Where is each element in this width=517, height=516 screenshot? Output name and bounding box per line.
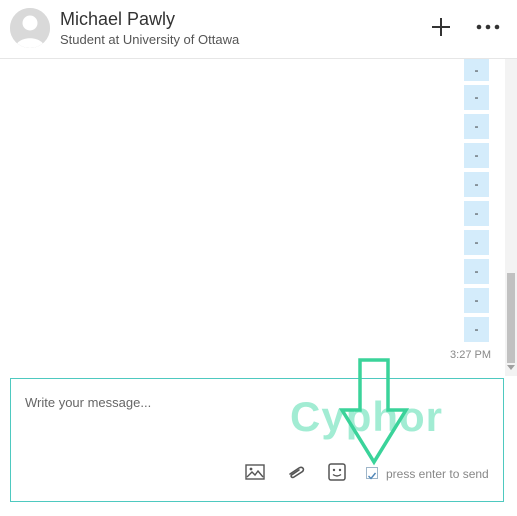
- more-horizontal-icon: [476, 24, 500, 30]
- message-bubble[interactable]: -: [464, 288, 489, 313]
- contact-name: Michael Pawly: [60, 9, 176, 29]
- add-button[interactable]: [429, 15, 453, 39]
- message-bubble-column: - - - - - - - - - -: [464, 59, 489, 346]
- message-bubble[interactable]: -: [464, 259, 489, 284]
- more-options-button[interactable]: [475, 15, 501, 39]
- user-avatar[interactable]: [10, 8, 50, 48]
- cyphor-watermark: Cyphor: [290, 393, 443, 440]
- message-bubble[interactable]: -: [464, 85, 489, 110]
- attach-image-button[interactable]: [244, 462, 266, 482]
- scroll-down-arrow-icon[interactable]: [507, 365, 515, 370]
- message-bubble[interactable]: -: [464, 172, 489, 197]
- thread-scrollbar[interactable]: [505, 59, 517, 376]
- message-timestamp: 3:27 PM: [450, 349, 491, 361]
- scrollbar-thumb[interactable]: [507, 273, 515, 363]
- send-on-enter-label: press enter to send: [386, 467, 489, 481]
- image-icon: [245, 464, 265, 480]
- attach-file-button[interactable]: [285, 462, 307, 482]
- checkmark-icon: [368, 472, 377, 480]
- contact-subtitle: Student at University of Ottawa: [60, 32, 240, 47]
- message-bubble[interactable]: -: [464, 230, 489, 255]
- message-bubble[interactable]: -: [464, 201, 489, 226]
- emoji-icon: [328, 463, 346, 481]
- send-on-enter-checkbox[interactable]: [366, 467, 378, 480]
- emoji-button[interactable]: [326, 462, 348, 482]
- paperclip-icon: [289, 466, 305, 479]
- message-bubble[interactable]: -: [464, 59, 489, 81]
- avatar-placeholder-icon: [10, 8, 50, 48]
- chat-header: Michael Pawly Student at University of O…: [0, 0, 517, 59]
- message-bubble[interactable]: -: [464, 143, 489, 168]
- message-thread[interactable]: - - - - - - - - - - 3:27 PM: [0, 59, 517, 370]
- plus-icon: [432, 18, 450, 36]
- message-bubble[interactable]: -: [464, 114, 489, 139]
- message-bubble[interactable]: -: [464, 317, 489, 342]
